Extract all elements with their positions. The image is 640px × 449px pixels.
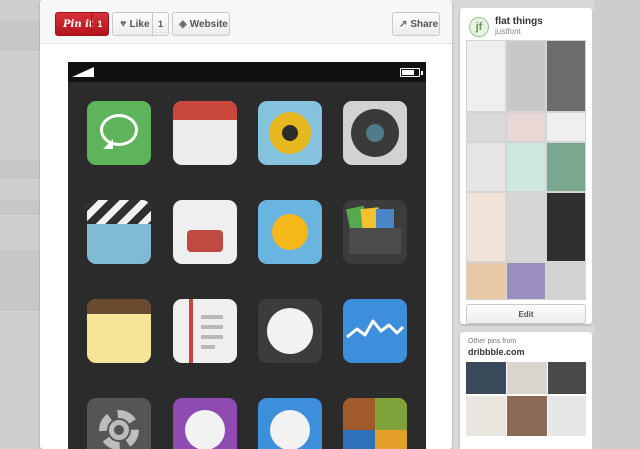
board-title[interactable]: flat things <box>495 16 543 27</box>
edit-board-button[interactable]: Edit <box>466 304 586 324</box>
board-thumbnail[interactable] <box>506 262 546 300</box>
board-thumbnail[interactable] <box>546 40 586 112</box>
board-thumbnail[interactable] <box>466 192 506 262</box>
other-pins-label: Other pins from <box>468 338 517 345</box>
website-button[interactable]: ◈ Website <box>172 12 230 36</box>
other-pin-thumbnail[interactable] <box>466 362 506 394</box>
pin-toolbar: Pin it 1 ♥ Like 1 ◈ Website ↗ Share <box>40 0 452 44</box>
stocks-app-icon <box>343 299 407 363</box>
other-pin-thumbnail[interactable] <box>507 396 547 436</box>
board-thumbnail[interactable] <box>546 142 586 192</box>
board-thumbnail[interactable] <box>466 112 506 142</box>
settings-app-icon <box>87 398 151 449</box>
board-thumbnail[interactable] <box>546 262 586 300</box>
background-strip <box>0 200 40 214</box>
pin-card: Pin it 1 ♥ Like 1 ◈ Website ↗ Share <box>40 0 452 449</box>
pin-it-count: 1 <box>91 13 108 35</box>
messages-app-icon <box>87 101 151 165</box>
other-pin-thumbnail[interactable] <box>466 396 506 436</box>
like-count: 1 <box>152 13 168 35</box>
board-card: jf flat things justfont Edit <box>460 8 592 324</box>
board-avatar[interactable]: jf <box>469 17 489 37</box>
phone-status-bar <box>68 62 426 82</box>
share-button[interactable]: ↗ Share <box>392 12 440 36</box>
windows-app-icon <box>343 398 407 449</box>
pin-it-button[interactable]: Pin it 1 <box>55 12 109 36</box>
stocks-graph-icon <box>346 319 405 339</box>
website-label: Website <box>189 18 228 30</box>
calendar-app-icon <box>173 101 237 165</box>
other-pin-thumbnail[interactable] <box>548 362 586 394</box>
signal-icon <box>72 67 94 77</box>
notes-app-icon <box>87 299 151 363</box>
like-button[interactable]: ♥ Like 1 <box>112 12 169 36</box>
other-pins-source[interactable]: dribbble.com <box>468 347 525 357</box>
reader-app-icon <box>173 299 237 363</box>
board-thumbnail[interactable] <box>546 192 586 262</box>
board-thumbnail[interactable] <box>506 40 546 112</box>
background-strip <box>0 160 40 178</box>
heart-icon: ♥ <box>120 18 127 30</box>
background-page-right <box>594 0 640 449</box>
board-thumbnail[interactable] <box>546 112 586 142</box>
other-pin-thumbnail[interactable] <box>548 396 586 436</box>
board-thumbnail[interactable] <box>466 142 506 192</box>
battery-icon <box>400 68 423 77</box>
website-icon: ◈ <box>179 18 187 30</box>
pin-image[interactable] <box>68 62 426 449</box>
photo-app-icon <box>173 200 237 264</box>
weather-app-icon <box>258 200 322 264</box>
clock-app-icon <box>258 299 322 363</box>
board-user[interactable]: justfont <box>495 27 521 36</box>
blue-app-icon <box>258 398 322 449</box>
board-thumbnail[interactable] <box>506 142 546 192</box>
camera-app-icon <box>343 101 407 165</box>
board-thumbnail[interactable] <box>506 192 546 262</box>
purple-app-icon <box>173 398 237 449</box>
background-strip <box>0 20 40 50</box>
board-thumbnail[interactable] <box>506 112 546 142</box>
other-pin-thumbnail[interactable] <box>507 362 547 394</box>
share-label: Share <box>410 18 439 30</box>
music-app-icon <box>258 101 322 165</box>
background-page <box>0 0 40 449</box>
share-icon: ↗ <box>399 18 408 30</box>
pin-it-label: Pin it <box>63 18 94 30</box>
videos-app-icon <box>87 200 151 264</box>
board-thumbnail[interactable] <box>466 262 506 300</box>
board-thumbnail[interactable] <box>466 40 506 112</box>
like-label: Like <box>129 18 150 30</box>
wallet-app-icon <box>343 200 407 264</box>
background-strip <box>0 250 40 310</box>
other-pins-card: Other pins from dribbble.com <box>460 332 592 449</box>
